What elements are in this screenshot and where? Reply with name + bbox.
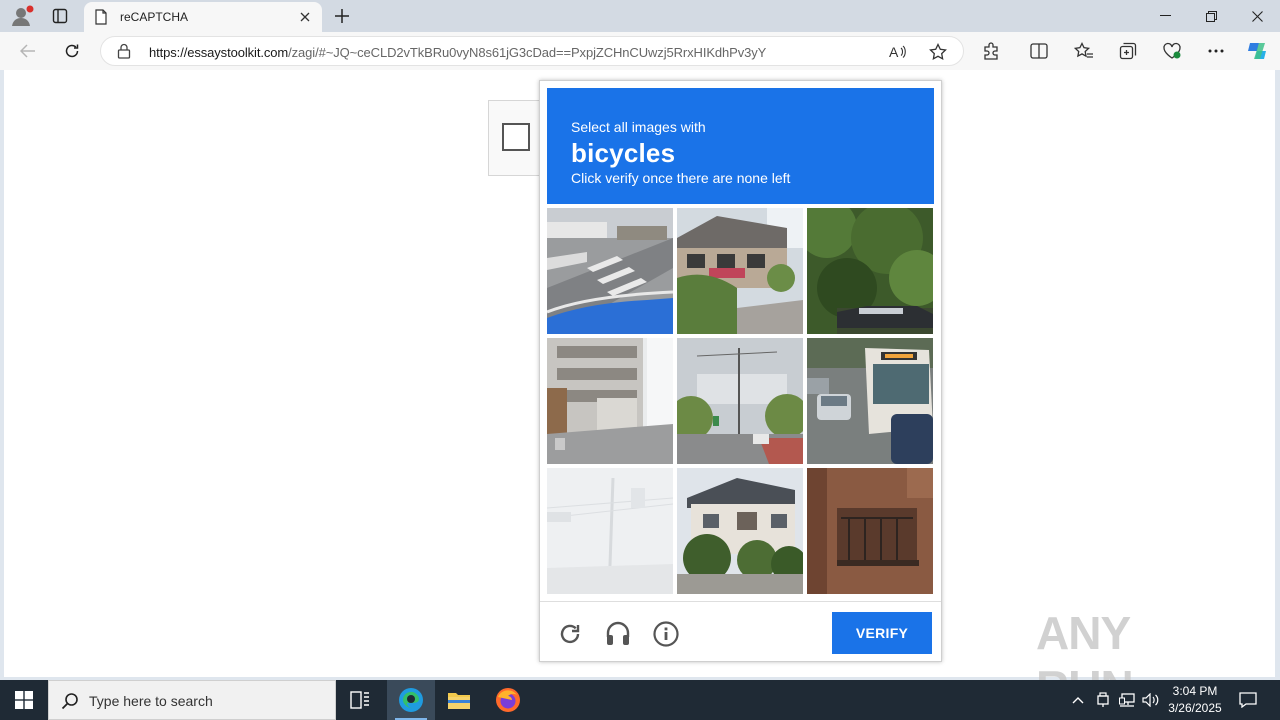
notifications-icon[interactable] bbox=[1232, 680, 1264, 720]
extensions-icon[interactable] bbox=[978, 39, 1004, 63]
task-view-icon[interactable] bbox=[336, 680, 384, 720]
url-host: https://essaystoolkit.com bbox=[149, 45, 289, 60]
volume-icon[interactable] bbox=[1140, 680, 1162, 720]
image-tile-8[interactable] bbox=[677, 468, 803, 594]
image-tile-9[interactable] bbox=[807, 468, 933, 594]
restore-icon[interactable] bbox=[1188, 0, 1234, 32]
navigation-bar: https://essaystoolkit.com/zagi/#~JQ~ceCL… bbox=[0, 32, 1280, 70]
tab-title: reCAPTCHA bbox=[120, 10, 189, 24]
refresh-icon[interactable] bbox=[59, 39, 85, 63]
reload-challenge-icon[interactable] bbox=[556, 620, 584, 648]
challenge-footer: VERIFY bbox=[540, 601, 941, 661]
windows-start-icon[interactable] bbox=[0, 680, 48, 720]
close-window-icon[interactable] bbox=[1234, 0, 1280, 32]
taskbar: Type here to search 3:04 PM 3/26/2025 bbox=[0, 680, 1280, 720]
close-tab-icon[interactable] bbox=[296, 8, 314, 26]
recaptcha-challenge: Select all images with bicycles Click ve… bbox=[539, 80, 942, 662]
image-tile-5[interactable] bbox=[677, 338, 803, 464]
taskbar-search[interactable]: Type here to search bbox=[48, 680, 336, 720]
clock-date: 3/26/2025 bbox=[1168, 701, 1222, 715]
address-bar[interactable]: https://essaystoolkit.com/zagi/#~JQ~ceCL… bbox=[100, 36, 964, 66]
search-icon bbox=[61, 692, 79, 715]
back-icon[interactable] bbox=[15, 39, 41, 63]
image-tile-6[interactable] bbox=[807, 338, 933, 464]
firefox-icon[interactable] bbox=[484, 680, 532, 720]
edge-taskbar-icon[interactable] bbox=[387, 680, 435, 720]
recaptcha-checkbox[interactable] bbox=[502, 123, 530, 151]
title-bar: reCAPTCHA bbox=[0, 0, 1280, 32]
system-clock[interactable]: 3:04 PM 3/26/2025 bbox=[1162, 683, 1228, 717]
target-object: bicycles bbox=[571, 138, 676, 168]
profile-avatar-icon[interactable] bbox=[10, 5, 34, 27]
split-screen-icon[interactable] bbox=[1026, 39, 1052, 63]
page-icon bbox=[94, 9, 108, 30]
image-tile-1[interactable] bbox=[547, 208, 673, 334]
lock-icon[interactable] bbox=[117, 43, 131, 64]
file-explorer-icon[interactable] bbox=[435, 680, 483, 720]
show-hidden-icons[interactable] bbox=[1068, 680, 1088, 720]
url-text[interactable]: https://essaystoolkit.com/zagi/#~JQ~ceCL… bbox=[149, 45, 766, 60]
favorite-star-icon[interactable] bbox=[927, 42, 949, 62]
image-tile-7[interactable] bbox=[547, 468, 673, 594]
info-icon[interactable] bbox=[652, 620, 680, 648]
challenge-header: Select all images with bicycles Click ve… bbox=[547, 88, 934, 204]
read-aloud-icon[interactable]: A bbox=[887, 42, 909, 62]
network-icon[interactable] bbox=[1116, 680, 1138, 720]
audio-challenge-icon[interactable] bbox=[604, 620, 632, 648]
verify-button[interactable]: VERIFY bbox=[832, 612, 932, 654]
anyrun-watermark: ANY RUN bbox=[1036, 607, 1134, 713]
search-placeholder: Type here to search bbox=[89, 693, 213, 709]
copilot-icon[interactable] bbox=[1245, 39, 1271, 63]
image-tile-2[interactable] bbox=[677, 208, 803, 334]
url-path: /zagi/#~JQ~ceCLD2vTkBRu0vyN8s61jG3cDad==… bbox=[288, 45, 767, 60]
image-grid bbox=[547, 208, 934, 595]
image-tile-3[interactable] bbox=[807, 208, 933, 334]
new-tab-icon[interactable] bbox=[330, 4, 354, 28]
usb-device-icon[interactable] bbox=[1092, 680, 1114, 720]
minimize-icon[interactable] bbox=[1142, 0, 1188, 32]
instruction-text: Select all images with bbox=[571, 119, 706, 135]
svg-text:A: A bbox=[889, 44, 899, 60]
tab-actions-icon[interactable] bbox=[48, 4, 72, 28]
clock-time: 3:04 PM bbox=[1172, 684, 1218, 698]
hint-text: Click verify once there are none left bbox=[571, 170, 791, 186]
browser-essentials-icon[interactable] bbox=[1159, 39, 1185, 63]
more-options-icon[interactable] bbox=[1203, 39, 1229, 63]
favorites-icon[interactable] bbox=[1071, 39, 1097, 63]
image-tile-4[interactable] bbox=[547, 338, 673, 464]
tab-recaptcha[interactable]: reCAPTCHA bbox=[84, 2, 322, 32]
collections-icon[interactable] bbox=[1115, 39, 1141, 63]
